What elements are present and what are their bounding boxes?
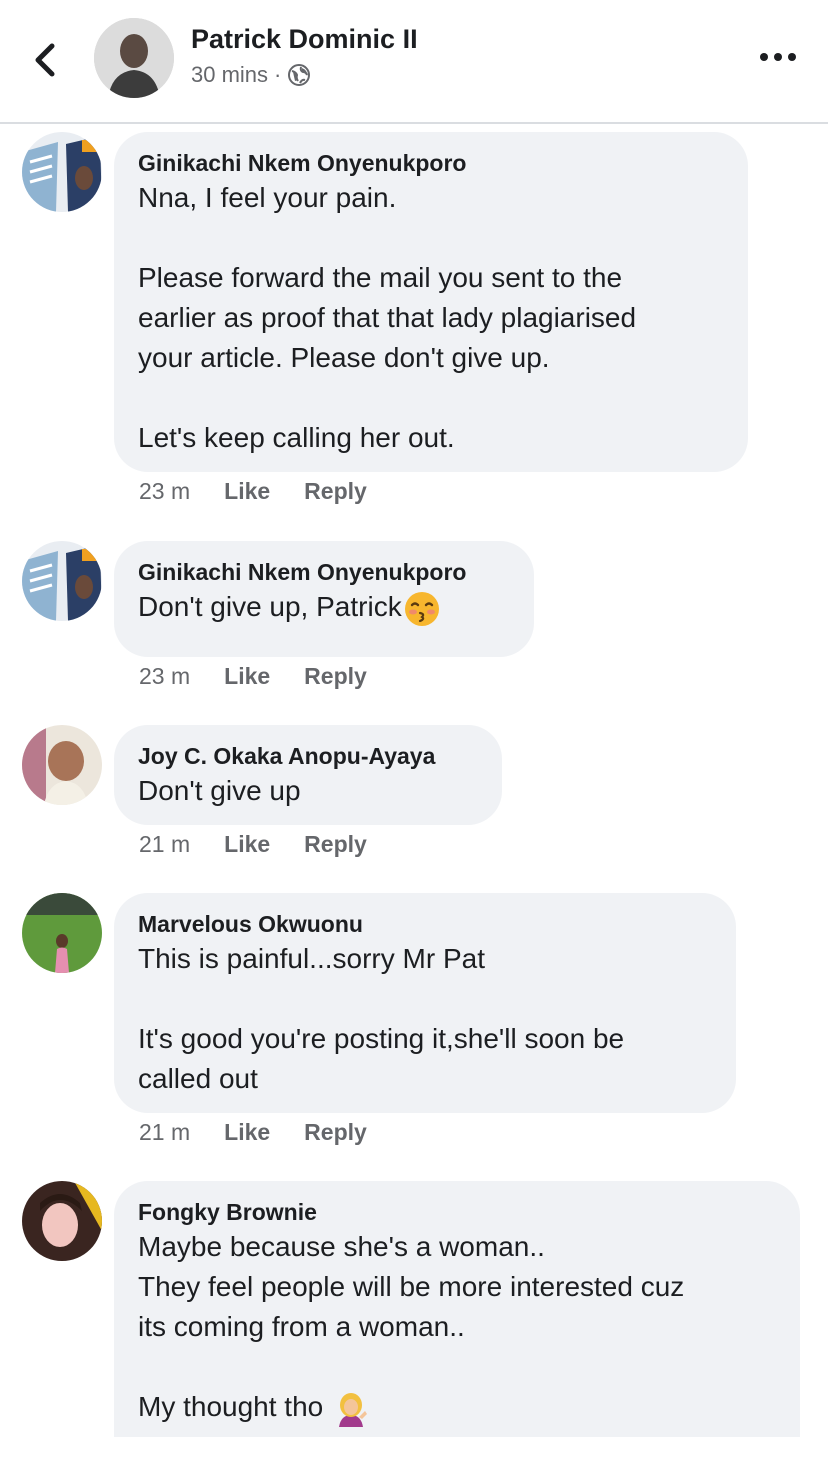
post-meta: 30 mins · bbox=[191, 62, 311, 88]
comment-actions: 23 m Like Reply bbox=[139, 663, 367, 690]
comment-text: Don't give up bbox=[138, 775, 301, 806]
comment-actions: 21 m Like Reply bbox=[139, 1119, 367, 1146]
post-time: 30 mins bbox=[191, 62, 269, 87]
commenter-avatar[interactable] bbox=[22, 132, 102, 212]
comment-text-content: Maybe because she's a woman.. They feel … bbox=[138, 1231, 685, 1422]
more-options-icon[interactable] bbox=[758, 48, 798, 68]
like-button[interactable]: Like bbox=[224, 478, 270, 505]
comment-bubble: Marvelous Okwuonu This is painful...sorr… bbox=[114, 893, 736, 1113]
commenter-avatar[interactable] bbox=[22, 541, 102, 621]
reply-button[interactable]: Reply bbox=[304, 1119, 367, 1146]
comment-time[interactable]: 21 m bbox=[139, 831, 190, 858]
like-button[interactable]: Like bbox=[224, 1119, 270, 1146]
comment-author[interactable]: Ginikachi Nkem Onyenukporo bbox=[138, 148, 724, 178]
reply-button[interactable]: Reply bbox=[304, 831, 367, 858]
globe-icon bbox=[288, 64, 311, 86]
comment-author[interactable]: Ginikachi Nkem Onyenukporo bbox=[138, 557, 510, 587]
comment-text: Don't give up, Patrick bbox=[138, 587, 510, 627]
commenter-avatar[interactable] bbox=[22, 893, 102, 973]
reply-button[interactable]: Reply bbox=[304, 478, 367, 505]
comment-actions: 21 m Like Reply bbox=[139, 831, 367, 858]
reply-button[interactable]: Reply bbox=[304, 663, 367, 690]
chevron-left-icon[interactable] bbox=[28, 38, 64, 82]
like-button[interactable]: Like bbox=[224, 831, 270, 858]
comment-author[interactable]: Fongky Brownie bbox=[138, 1197, 776, 1227]
comment-text: Nna, I feel your pain. Please forward th… bbox=[138, 182, 637, 453]
woman-tipping-hand-emoji bbox=[339, 1392, 368, 1427]
comment-bubble: Ginikachi Nkem Onyenukporo Don't give up… bbox=[114, 541, 534, 657]
post-author-name[interactable]: Patrick Dominic II bbox=[191, 24, 418, 55]
comment-bubble: Joy C. Okaka Anopu-Ayaya Don't give up bbox=[114, 725, 502, 825]
comment-time[interactable]: 21 m bbox=[139, 1119, 190, 1146]
comment-text: Maybe because she's a woman.. They feel … bbox=[138, 1227, 776, 1427]
kissing-face-emoji bbox=[404, 591, 439, 626]
comment-time[interactable]: 23 m bbox=[139, 478, 190, 505]
comment-time[interactable]: 23 m bbox=[139, 663, 190, 690]
comment-bubble: Ginikachi Nkem Onyenukporo Nna, I feel y… bbox=[114, 132, 748, 472]
comment-text: This is painful...sorry Mr Pat It's good… bbox=[138, 943, 625, 1094]
commenter-avatar[interactable] bbox=[22, 1181, 102, 1261]
comment-text-content: Don't give up, Patrick bbox=[138, 591, 402, 622]
author-avatar[interactable] bbox=[94, 18, 174, 98]
like-button[interactable]: Like bbox=[224, 663, 270, 690]
comment-author[interactable]: Joy C. Okaka Anopu-Ayaya bbox=[138, 741, 478, 771]
commenter-avatar[interactable] bbox=[22, 725, 102, 805]
post-header: Patrick Dominic II 30 mins · bbox=[0, 0, 828, 124]
comment-bubble: Fongky Brownie Maybe because she's a wom… bbox=[114, 1181, 800, 1437]
comment-actions: 23 m Like Reply bbox=[139, 478, 367, 505]
meta-separator: · bbox=[274, 62, 282, 87]
comment-author[interactable]: Marvelous Okwuonu bbox=[138, 909, 712, 939]
